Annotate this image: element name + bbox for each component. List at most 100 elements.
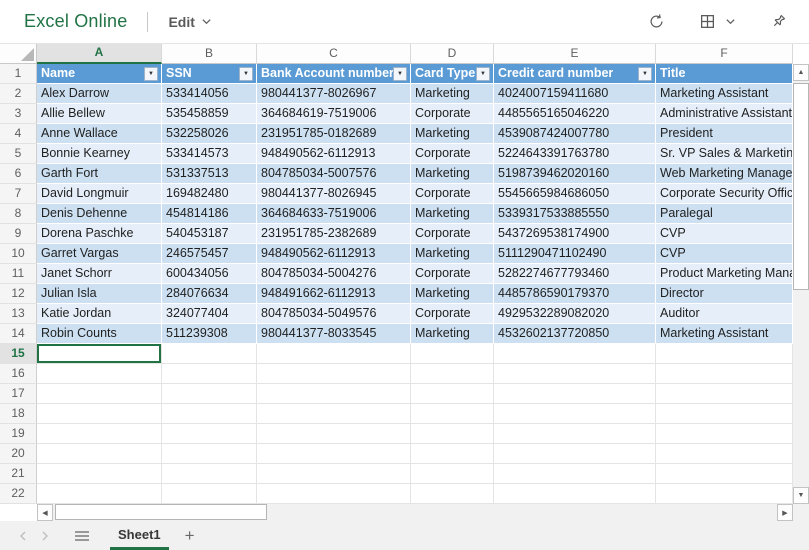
select-all-corner[interactable] — [0, 44, 37, 64]
cell-F21[interactable] — [656, 464, 793, 484]
cell-D9[interactable]: Corporate — [411, 224, 494, 244]
row-header-7[interactable]: 7 — [0, 184, 37, 204]
cell-E16[interactable] — [494, 364, 656, 384]
cell-C7[interactable]: 980441377-8026945 — [257, 184, 411, 204]
row-header-13[interactable]: 13 — [0, 304, 37, 324]
next-sheet-button[interactable] — [34, 531, 56, 541]
cell-C8[interactable]: 364684633-7519006 — [257, 204, 411, 224]
col-header-E[interactable]: E — [494, 44, 656, 64]
vertical-scrollbar[interactable]: ▲ ▼ — [793, 64, 809, 504]
cell-B12[interactable]: 284076634 — [162, 284, 257, 304]
cell-C11[interactable]: 804785034-5004276 — [257, 264, 411, 284]
cell-D2[interactable]: Marketing — [411, 84, 494, 104]
edit-menu-button[interactable]: Edit — [168, 14, 211, 30]
cell-F7[interactable]: Corporate Security Officer — [656, 184, 793, 204]
cell-D17[interactable] — [411, 384, 494, 404]
row-header-19[interactable]: 19 — [0, 424, 37, 444]
row-header-18[interactable]: 18 — [0, 404, 37, 424]
cell-A21[interactable] — [37, 464, 162, 484]
row-header-3[interactable]: 3 — [0, 104, 37, 124]
cell-E11[interactable]: 5282274677793460 — [494, 264, 656, 284]
row-header-1[interactable]: 1 — [0, 64, 37, 84]
cell-A17[interactable] — [37, 384, 162, 404]
cell-B5[interactable]: 533414573 — [162, 144, 257, 164]
cell-C2[interactable]: 980441377-8026967 — [257, 84, 411, 104]
scroll-up-button[interactable]: ▲ — [793, 64, 809, 81]
cell-C1[interactable]: Bank Account number▼ — [257, 64, 411, 84]
scroll-down-button[interactable]: ▼ — [793, 487, 809, 504]
cell-F15[interactable] — [656, 344, 793, 364]
cell-A19[interactable] — [37, 424, 162, 444]
cell-D7[interactable]: Corporate — [411, 184, 494, 204]
scroll-right-button[interactable]: ▶ — [777, 504, 793, 521]
cell-A14[interactable]: Robin Counts — [37, 324, 162, 344]
cell-B3[interactable]: 535458859 — [162, 104, 257, 124]
pin-icon[interactable] — [770, 13, 787, 30]
col-header-A[interactable]: A — [37, 44, 162, 64]
cell-C22[interactable] — [257, 484, 411, 504]
cell-F3[interactable]: Administrative Assistant — [656, 104, 793, 124]
cell-E10[interactable]: 5111290471102490 — [494, 244, 656, 264]
cell-C21[interactable] — [257, 464, 411, 484]
cell-E7[interactable]: 5545665984686050 — [494, 184, 656, 204]
cell-E2[interactable]: 4024007159411680 — [494, 84, 656, 104]
cell-F14[interactable]: Marketing Assistant — [656, 324, 793, 344]
row-header-17[interactable]: 17 — [0, 384, 37, 404]
cell-B10[interactable]: 246575457 — [162, 244, 257, 264]
cell-C6[interactable]: 804785034-5007576 — [257, 164, 411, 184]
cell-D16[interactable] — [411, 364, 494, 384]
cell-D10[interactable]: Marketing — [411, 244, 494, 264]
previous-sheet-button[interactable] — [12, 531, 34, 541]
cell-E18[interactable] — [494, 404, 656, 424]
filter-button[interactable]: ▼ — [476, 67, 490, 81]
cell-B4[interactable]: 532258026 — [162, 124, 257, 144]
cell-E8[interactable]: 5339317533885550 — [494, 204, 656, 224]
cell-A3[interactable]: Allie Bellew — [37, 104, 162, 124]
cell-A4[interactable]: Anne Wallace — [37, 124, 162, 144]
row-header-11[interactable]: 11 — [0, 264, 37, 284]
cell-F4[interactable]: President — [656, 124, 793, 144]
cell-E4[interactable]: 4539087424007780 — [494, 124, 656, 144]
cell-B18[interactable] — [162, 404, 257, 424]
cell-B17[interactable] — [162, 384, 257, 404]
cell-A10[interactable]: Garret Vargas — [37, 244, 162, 264]
cell-D18[interactable] — [411, 404, 494, 424]
row-header-16[interactable]: 16 — [0, 364, 37, 384]
cell-E22[interactable] — [494, 484, 656, 504]
cell-D8[interactable]: Marketing — [411, 204, 494, 224]
cell-F16[interactable] — [656, 364, 793, 384]
cell-C15[interactable] — [257, 344, 411, 364]
cell-F19[interactable] — [656, 424, 793, 444]
cell-D21[interactable] — [411, 464, 494, 484]
cell-C16[interactable] — [257, 364, 411, 384]
row-header-14[interactable]: 14 — [0, 324, 37, 344]
cell-B9[interactable]: 540453187 — [162, 224, 257, 244]
filter-button[interactable]: ▼ — [144, 67, 158, 81]
row-header-10[interactable]: 10 — [0, 244, 37, 264]
cell-B16[interactable] — [162, 364, 257, 384]
cell-C17[interactable] — [257, 384, 411, 404]
refresh-icon[interactable] — [648, 13, 665, 30]
sheet-tab-sheet1[interactable]: Sheet1 — [110, 521, 169, 550]
sheet-list-button[interactable] — [74, 530, 90, 542]
row-header-20[interactable]: 20 — [0, 444, 37, 464]
row-header-4[interactable]: 4 — [0, 124, 37, 144]
cell-F13[interactable]: Auditor — [656, 304, 793, 324]
filter-button[interactable]: ▼ — [393, 67, 407, 81]
cell-A20[interactable] — [37, 444, 162, 464]
cell-F1[interactable]: Title — [656, 64, 793, 84]
cell-A7[interactable]: David Longmuir — [37, 184, 162, 204]
row-header-9[interactable]: 9 — [0, 224, 37, 244]
cell-A13[interactable]: Katie Jordan — [37, 304, 162, 324]
filter-button[interactable]: ▼ — [239, 67, 253, 81]
cell-A15[interactable] — [37, 344, 162, 364]
cell-A1[interactable]: Name▼ — [37, 64, 162, 84]
cell-E13[interactable]: 4929532289082020 — [494, 304, 656, 324]
col-header-F[interactable]: F — [656, 44, 793, 64]
cell-E20[interactable] — [494, 444, 656, 464]
cell-F12[interactable]: Director — [656, 284, 793, 304]
cell-A22[interactable] — [37, 484, 162, 504]
cell-C14[interactable]: 980441377-8033545 — [257, 324, 411, 344]
scroll-left-button[interactable]: ◀ — [37, 504, 53, 521]
cell-B2[interactable]: 533414056 — [162, 84, 257, 104]
